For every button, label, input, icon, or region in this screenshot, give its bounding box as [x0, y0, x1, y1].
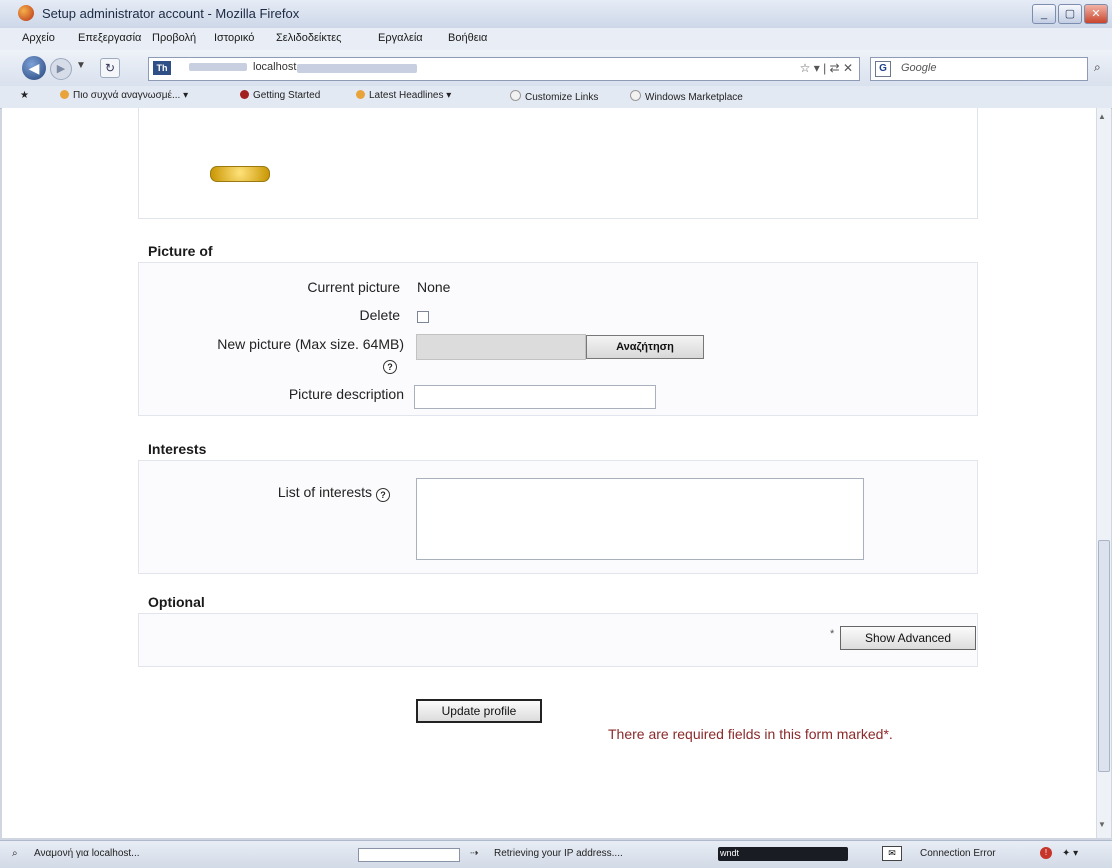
search-bar[interactable]: G Google — [870, 57, 1088, 81]
menu-history[interactable]: Ιστορικό — [214, 32, 254, 44]
close-button[interactable]: ✕ — [1084, 4, 1108, 24]
delete-checkbox[interactable] — [417, 311, 429, 323]
window-controls: _ ▢ ✕ — [1032, 4, 1108, 24]
minimize-button[interactable]: _ — [1032, 4, 1056, 24]
connection-error-icon[interactable]: ! — [1040, 847, 1052, 859]
search-placeholder: Google — [901, 62, 937, 74]
url-text: localhost — [189, 61, 296, 73]
browse-button[interactable]: Αναζήτηση — [586, 335, 704, 359]
window-titlebar: Setup administrator account - Mozilla Fi… — [0, 0, 1112, 29]
bookmark-most-visited[interactable]: Πιο συχνά αναγνωσμέ... ▾ — [60, 90, 188, 101]
show-advanced-button[interactable]: Show Advanced — [840, 626, 976, 650]
maximize-button[interactable]: ▢ — [1058, 4, 1082, 24]
status-ip-text: Retrieving your IP address.... — [494, 848, 623, 859]
menu-tools[interactable]: Εργαλεία — [378, 32, 423, 44]
url-path-blurred — [297, 64, 417, 73]
update-profile-button[interactable]: Update profile — [416, 699, 542, 723]
bookmarks-toolbar: ★ Πιο συχνά αναγνωσμέ... ▾ Getting Start… — [0, 86, 1112, 109]
menu-bookmarks[interactable]: Σελιδοδείκτες — [276, 32, 341, 44]
menu-view[interactable]: Προβολή — [152, 32, 196, 44]
list-of-interests-label: List of interests — [277, 484, 372, 500]
google-engine-icon[interactable]: G — [875, 61, 891, 77]
reload-button[interactable]: ↻ — [100, 58, 120, 78]
status-bar: ⌕ Αναμονή για localhost... ⇢ Retrieving … — [0, 840, 1112, 868]
history-dropdown-icon[interactable]: ▼ — [76, 60, 86, 71]
help-icon[interactable]: ? — [376, 488, 390, 502]
forward-button[interactable]: ▶ — [50, 58, 72, 80]
status-extra-icon[interactable]: ✦ ▾ — [1062, 848, 1078, 859]
window-title: Setup administrator account - Mozilla Fi… — [42, 6, 300, 21]
bookmark-getting-started[interactable]: Getting Started — [240, 90, 320, 101]
site-identity-icon[interactable]: Th — [153, 61, 171, 75]
current-picture-value: None — [417, 279, 451, 295]
help-icon[interactable]: ? — [383, 360, 397, 374]
picture-section-legend: Picture of — [148, 243, 213, 259]
list-of-interests-textarea[interactable] — [416, 478, 864, 560]
picture-description-input[interactable] — [414, 385, 656, 409]
mail-icon[interactable]: ✉ — [882, 846, 902, 861]
new-picture-file-input[interactable] — [416, 334, 586, 360]
menu-bar: Αρχείο Επεξεργασία Προβολή Ιστορικό Σελι… — [0, 28, 1112, 51]
yellow-badge-icon[interactable] — [210, 166, 270, 182]
menu-file[interactable]: Αρχείο — [22, 32, 55, 44]
status-search-icon: ⌕ — [12, 848, 18, 859]
status-dark-label: wndt — [720, 848, 740, 858]
navigation-toolbar: ◀ ▶ ▼ ↻ Th localhost ☆ ▾ | ⇄ ✕ G Google … — [0, 50, 1112, 87]
status-loading-text: Αναμονή για localhost... — [34, 848, 140, 859]
optional-section-legend: Optional — [148, 594, 205, 610]
bookmark-star-icon[interactable]: ★ — [20, 90, 29, 101]
current-picture-label: Current picture — [307, 279, 400, 295]
reload-icon: ↻ — [104, 61, 116, 75]
status-progress-bar — [358, 848, 460, 862]
arrow-right-icon: ▶ — [56, 63, 66, 75]
connection-status-text: Connection Error — [920, 848, 996, 859]
address-bar[interactable]: Th localhost ☆ ▾ | ⇄ ✕ — [148, 57, 860, 81]
menu-help[interactable]: Βοήθεια — [448, 32, 487, 44]
bookmark-windows-marketplace[interactable]: Windows Marketplace — [630, 90, 743, 103]
picture-description-label: Picture description — [288, 386, 404, 402]
interests-section-legend: Interests — [148, 441, 207, 457]
back-button[interactable]: ◀ — [22, 56, 46, 80]
status-ip-arrow-icon: ⇢ — [470, 848, 479, 859]
scrollbar-thumb[interactable] — [1098, 540, 1110, 772]
arrow-left-icon: ◀ — [28, 60, 40, 76]
required-fields-note: There are required fields in this form m… — [608, 726, 893, 742]
bookmark-latest-headlines[interactable]: Latest Headlines ▾ — [356, 90, 451, 101]
search-icon[interactable]: ⌕ — [1094, 60, 1101, 75]
bookmark-customize-links[interactable]: Customize Links — [510, 90, 598, 103]
delete-label: Delete — [359, 307, 400, 323]
advanced-star: * — [830, 628, 835, 640]
new-picture-label: New picture (Max size. 64MB) — [217, 336, 404, 352]
url-host: localhost — [253, 61, 297, 73]
previous-fieldset — [138, 108, 978, 219]
url-actions[interactable]: ☆ ▾ | ⇄ ✕ — [800, 61, 853, 75]
scroll-down-icon[interactable]: ▼ — [1098, 820, 1106, 829]
scroll-up-icon[interactable]: ▲ — [1098, 112, 1106, 121]
firefox-logo-icon — [18, 5, 34, 21]
menu-edit[interactable]: Επεξεργασία — [78, 32, 141, 44]
